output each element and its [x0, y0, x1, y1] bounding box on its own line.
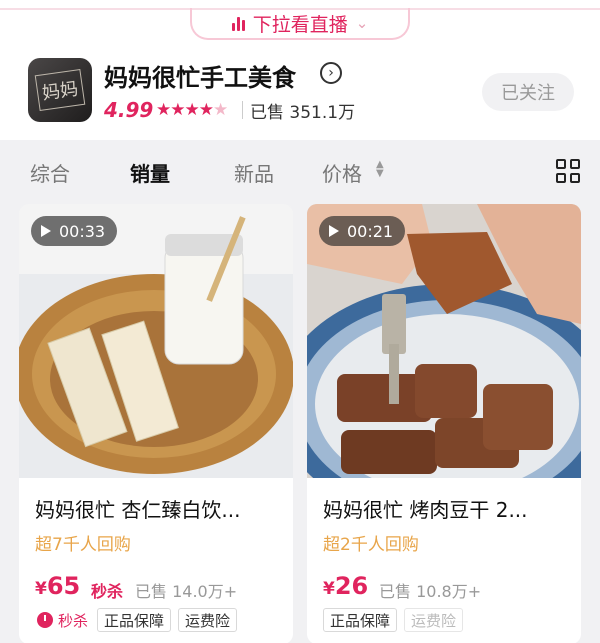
product-sold-count: 已售 14.0万+ — [135, 582, 238, 601]
logo-seal: 妈妈 — [34, 68, 86, 112]
product-card[interactable]: 00:33 妈妈很忙 杏仁臻白饮... 超7千人回购 ¥65 秒杀 已售 14.… — [19, 204, 293, 643]
price-currency: ¥ — [323, 579, 335, 599]
video-duration: 00:33 — [59, 221, 106, 241]
star-icon: ★ — [170, 100, 185, 120]
price-value: 26 — [334, 572, 369, 600]
grid-view-icon[interactable] — [556, 159, 580, 183]
product-title[interactable]: 妈妈很忙 杏仁臻白饮... — [35, 494, 283, 523]
repurchase-label: 超7千人回购 — [35, 535, 131, 555]
live-bars-icon — [231, 15, 245, 31]
shipping-insurance-tag: 运费险 — [404, 608, 464, 632]
tab-new[interactable]: 新品 — [234, 158, 274, 187]
star-icon: ★ — [156, 100, 171, 120]
play-icon — [41, 225, 51, 237]
product-sold-count: 已售 10.8万+ — [379, 582, 482, 601]
authentic-guarantee-tag: 正品保障 — [323, 608, 398, 632]
price-value: 65 — [46, 572, 81, 600]
tab-comprehensive[interactable]: 综合 — [30, 158, 70, 187]
video-duration-badge: 00:21 — [319, 216, 406, 246]
arrow-right-circle-icon[interactable]: › — [320, 62, 342, 84]
authentic-guarantee-tag: 正品保障 — [97, 608, 172, 632]
tag-label: 秒杀 — [58, 611, 89, 630]
product-card[interactable]: 00:21 妈妈很忙 烤肉豆干 2... 超2千人回购 ¥26 已售 10.8万… — [307, 204, 581, 643]
rating-stars: ★★★★★ — [156, 100, 228, 120]
repurchase-label: 超2千人回购 — [323, 535, 419, 555]
shop-header: 下拉看直播 ⌄ 妈妈 妈妈很忙手工美食 › 4.99 ★★★★★ 已售 351.… — [0, 0, 600, 140]
flash-sale-icon — [37, 612, 53, 628]
star-half-icon: ★ — [213, 100, 228, 120]
pull-to-live-label: 下拉看直播 — [252, 13, 348, 36]
product-title[interactable]: 妈妈很忙 烤肉豆干 2... — [323, 494, 571, 523]
star-icon: ★ — [184, 100, 200, 120]
shop-rating: 4.99 — [104, 98, 154, 122]
shop-name[interactable]: 妈妈很忙手工美食 — [104, 58, 296, 93]
shop-sold-count: 已售 351.1万 — [250, 103, 356, 123]
flash-sale-label: 秒杀 — [91, 582, 124, 601]
sort-arrows-icon[interactable]: ▲ ▼ — [376, 160, 384, 179]
tab-price[interactable]: 价格 — [322, 158, 362, 187]
play-icon — [329, 225, 339, 237]
shop-logo[interactable]: 妈妈 — [28, 58, 92, 122]
video-duration-badge: 00:33 — [31, 216, 118, 246]
shipping-insurance-tag: 运费险 — [178, 608, 238, 632]
chevron-down-icon: ⌄ — [355, 14, 369, 32]
sort-tabs — [0, 140, 600, 202]
product-price: ¥65 — [35, 572, 80, 600]
video-duration: 00:21 — [347, 221, 394, 241]
star-icon: ★ — [198, 100, 214, 120]
flash-sale-tag: 秒杀 — [35, 608, 90, 632]
follow-button[interactable]: 已关注 — [482, 73, 574, 111]
tab-sales[interactable]: 销量 — [130, 158, 170, 187]
product-video-thumbnail[interactable]: 00:21 — [307, 204, 581, 478]
product-tags: 秒杀 正品保障 运费险 — [35, 608, 238, 632]
product-video-thumbnail[interactable]: 00:33 — [19, 204, 293, 478]
product-tags: 正品保障 运费险 — [323, 608, 464, 632]
price-currency: ¥ — [35, 579, 47, 599]
divider — [242, 101, 243, 119]
product-price: ¥26 — [323, 572, 368, 600]
pull-to-live-bar[interactable]: 下拉看直播 ⌄ — [190, 8, 410, 40]
